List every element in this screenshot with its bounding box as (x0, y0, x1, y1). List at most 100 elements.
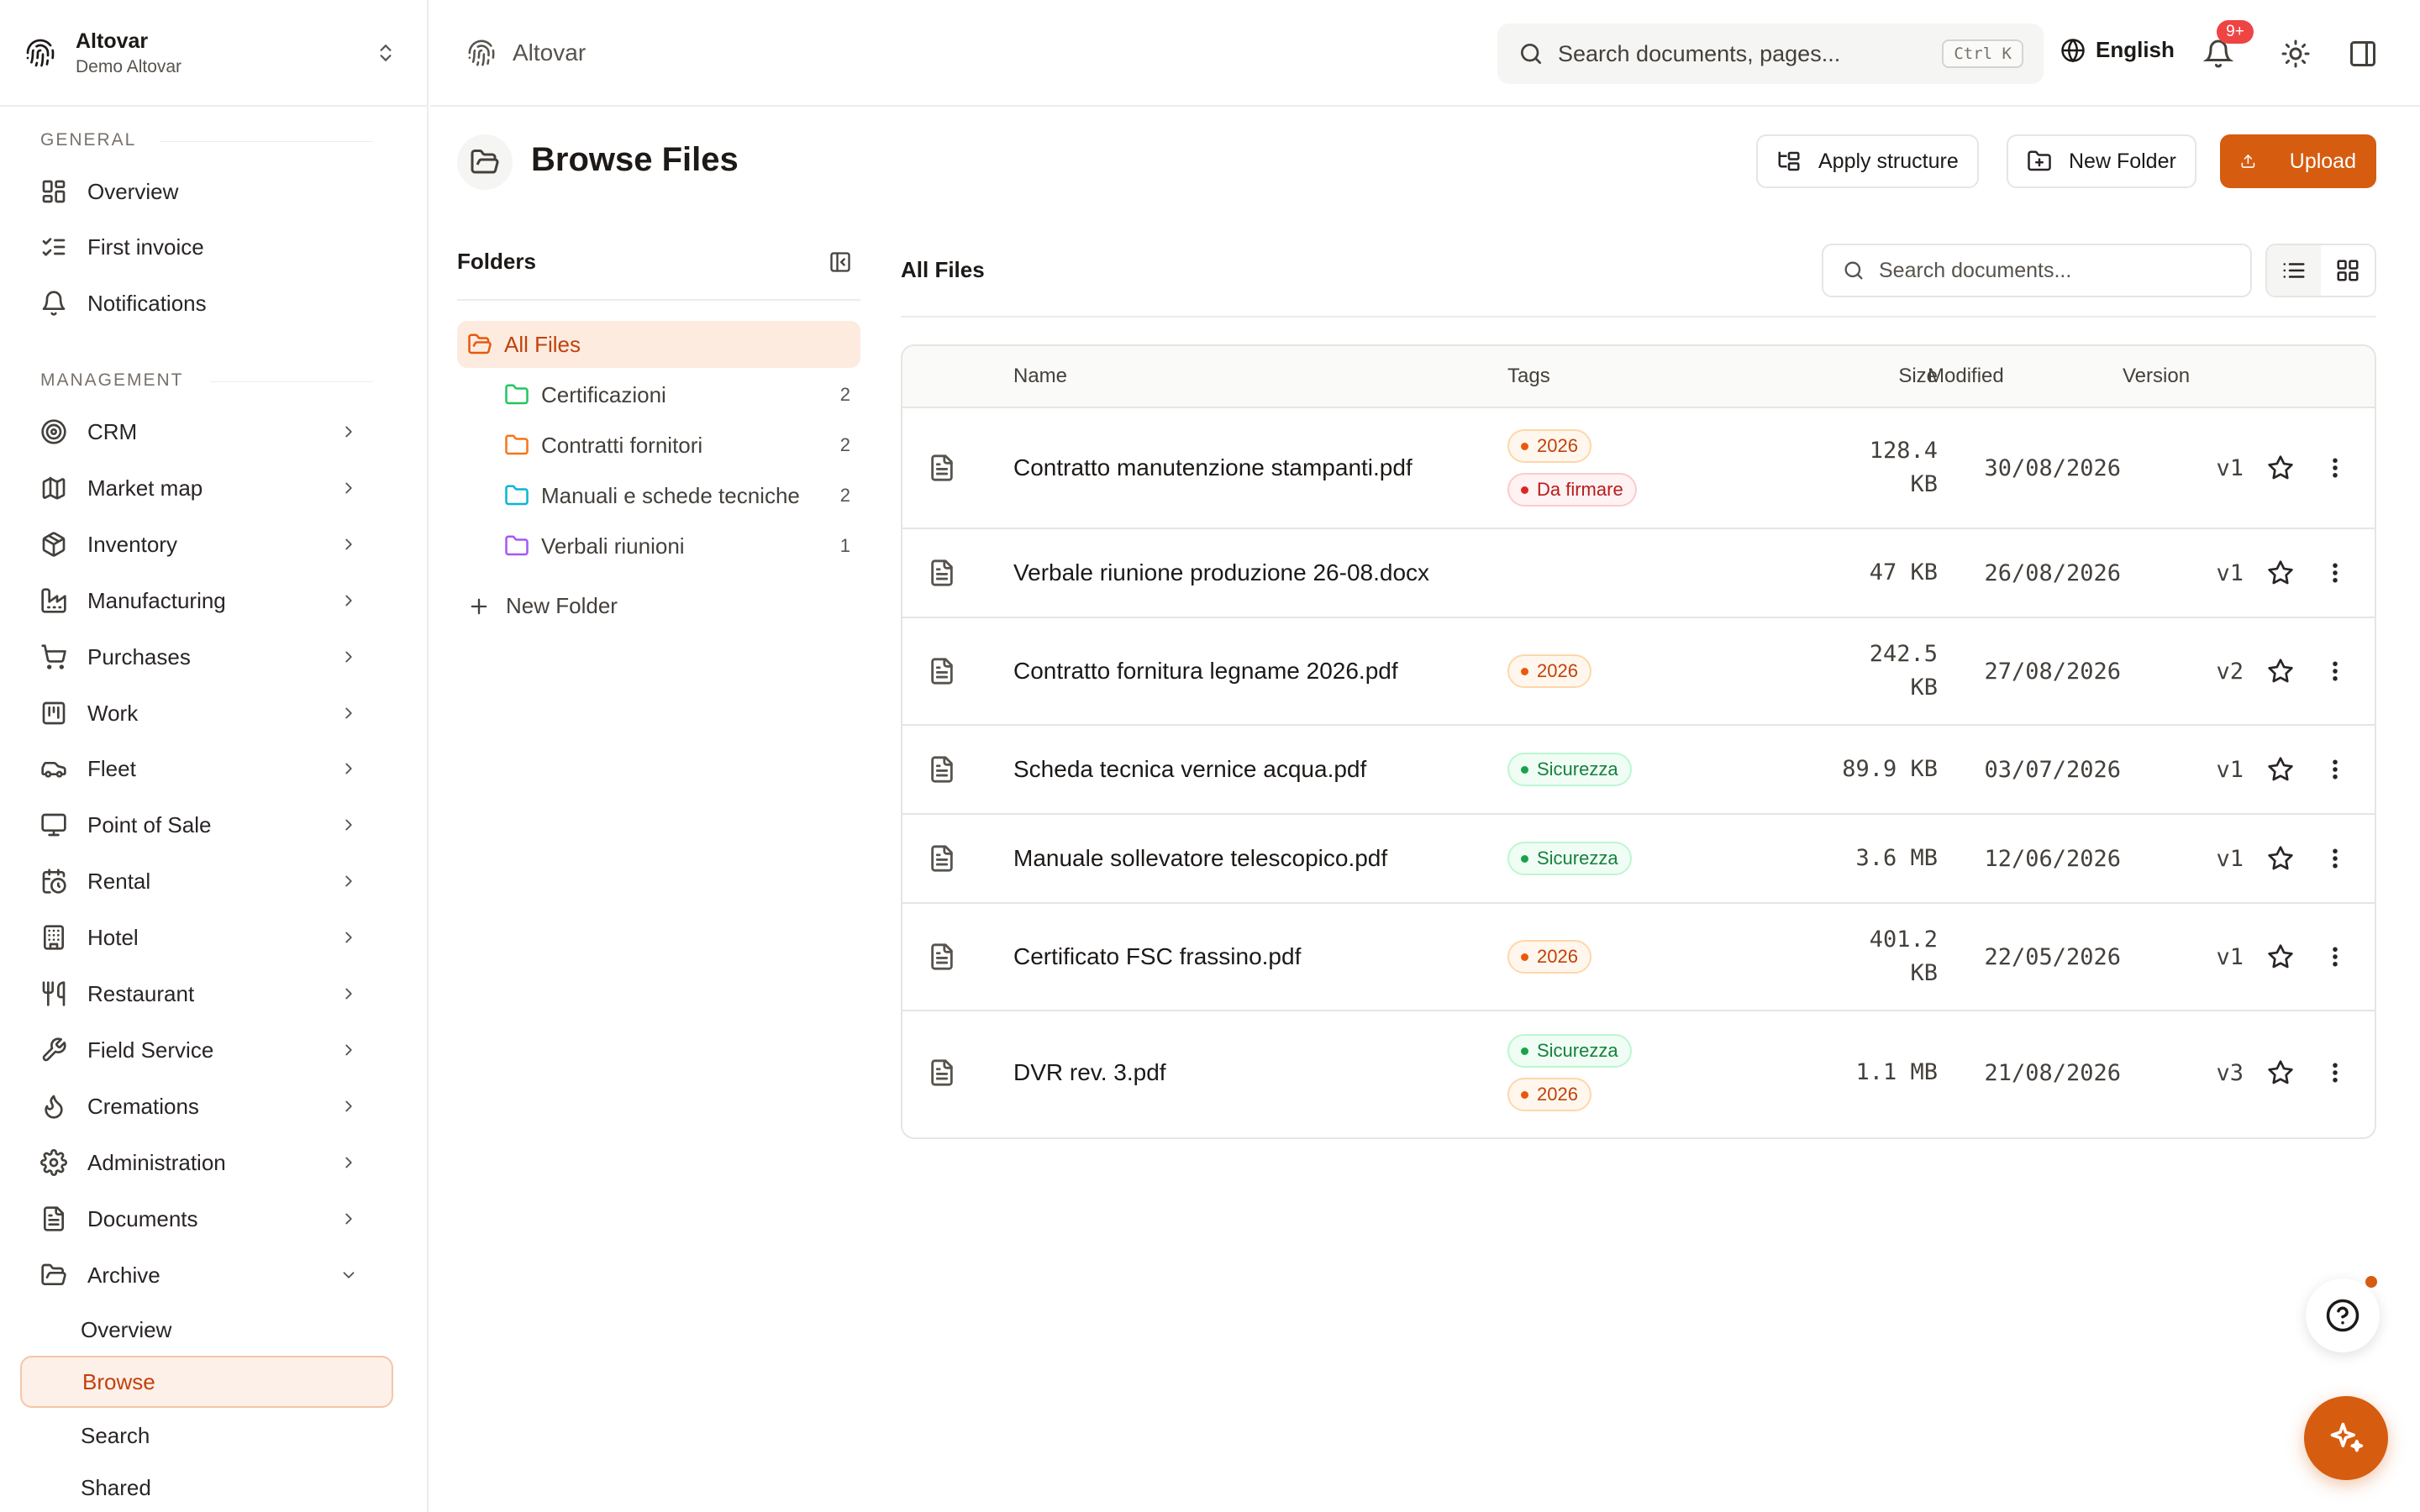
panel-right-icon[interactable] (2348, 39, 2378, 69)
favorite-button[interactable] (2267, 408, 2296, 528)
global-search[interactable]: Search documents, pages... Ctrl K (1497, 24, 2044, 84)
file-name[interactable]: DVR rev. 3.pdf (1013, 1011, 1501, 1134)
grid-view-button[interactable] (2321, 245, 2375, 296)
favorite-button[interactable] (2267, 726, 2296, 813)
tag-badge[interactable]: 2026 (1507, 429, 1591, 463)
tag-badge[interactable]: Da firmare (1507, 473, 1637, 507)
column-modified[interactable]: Modified (1928, 365, 2004, 388)
folder-item-verbali-riunioni[interactable]: Verbali riunioni 1 (457, 522, 860, 570)
file-name[interactable]: Scheda tecnica vernice acqua.pdf (1013, 726, 1501, 813)
folder-all-files[interactable]: All Files (457, 321, 860, 368)
tag-badge[interactable]: 2026 (1507, 940, 1591, 974)
column-name[interactable]: Name (1013, 365, 1067, 388)
row-menu-button[interactable] (2323, 408, 2348, 528)
nav-section-general: GENERAL (40, 130, 137, 150)
sidebar-item-inventory[interactable]: Inventory (20, 521, 378, 568)
file-name[interactable]: Manuale sollevatore telescopico.pdf (1013, 815, 1501, 902)
favorite-button[interactable] (2267, 529, 2296, 617)
sidebar-item-manufacturing[interactable]: Manufacturing (20, 577, 378, 624)
file-text-icon (931, 559, 953, 586)
file-name[interactable]: Certificato FSC frassino.pdf (1013, 904, 1501, 1010)
upload-button[interactable]: Upload (2220, 134, 2376, 188)
folder-item-manuali-e-schede-tecniche[interactable]: Manuali e schede tecniche 2 (457, 472, 860, 519)
table-row[interactable]: Contratto manutenzione stampanti.pdf 2026… (902, 408, 2375, 529)
file-version: v2 (2216, 658, 2244, 685)
sidebar-item-documents[interactable]: Documents (20, 1195, 378, 1242)
folder-name: Verbali riunioni (541, 533, 685, 559)
sidebar-item-fleet[interactable]: Fleet (20, 745, 378, 792)
favorite-button[interactable] (2267, 904, 2296, 1010)
file-modified: 03/07/2026 (1984, 756, 2121, 783)
panel-left-close-icon[interactable] (829, 250, 852, 274)
sidebar-item-work[interactable]: Work (20, 690, 378, 737)
archive-sub-overview[interactable]: Overview (20, 1304, 393, 1356)
table-row[interactable]: Contratto fornitura legname 2026.pdf 2026… (902, 618, 2375, 726)
row-menu-button[interactable] (2323, 618, 2348, 724)
folder-item-contratti-fornitori[interactable]: Contratti fornitori 2 (457, 422, 860, 469)
breadcrumb[interactable]: Altovar (467, 39, 586, 67)
sidebar-item-hotel[interactable]: Hotel (20, 914, 378, 961)
file-name[interactable]: Contratto manutenzione stampanti.pdf (1013, 408, 1501, 528)
sidebar-item-restaurant[interactable]: Restaurant (20, 970, 378, 1017)
chevron-right-icon (345, 1213, 352, 1225)
new-folder-link[interactable]: New Folder (467, 593, 618, 619)
sidebar-item-rental[interactable]: Rental (20, 858, 378, 905)
tag-badge[interactable]: Sicurezza (1507, 1034, 1632, 1068)
file-text-icon (931, 1059, 953, 1086)
table-row[interactable]: Certificato FSC frassino.pdf 2026 401.2 KB 2… (902, 904, 2375, 1011)
row-menu-button[interactable] (2323, 529, 2348, 617)
sidebar-item-notifications[interactable]: Notifications (20, 280, 378, 327)
archive-sub-shared[interactable]: Shared (20, 1462, 393, 1512)
apply-structure-button[interactable]: Apply structure (1756, 134, 1979, 188)
folder-item-certificazioni[interactable]: Certificazioni 2 (457, 371, 860, 418)
sidebar-item-field-service[interactable]: Field Service (20, 1026, 378, 1074)
tag-badge[interactable]: 2026 (1507, 654, 1591, 688)
sidebar-item-overview[interactable]: Overview (20, 168, 378, 215)
sidebar-item-purchases[interactable]: Purchases (20, 633, 378, 680)
new-folder-button[interactable]: New Folder (2007, 134, 2196, 188)
sidebar-item-market-map[interactable]: Market map (20, 465, 378, 512)
list-view-button[interactable] (2267, 245, 2321, 296)
file-version: v1 (2216, 454, 2244, 481)
file-name[interactable]: Verbale riunione produzione 26-08.docx (1013, 529, 1501, 617)
language-selector[interactable]: English (2060, 37, 2175, 63)
table-row[interactable]: Verbale riunione produzione 26-08.docx 47… (902, 529, 2375, 618)
row-menu-button[interactable] (2323, 815, 2348, 902)
file-size-value: 128.4 KB (1803, 434, 1938, 501)
row-menu-button[interactable] (2323, 726, 2348, 813)
sidebar-item-archive[interactable]: Archive (20, 1252, 378, 1299)
workspace-switcher[interactable]: Altovar Demo Altovar (0, 0, 429, 107)
column-version: Version (2123, 365, 2191, 387)
row-menu-button[interactable] (2323, 1011, 2348, 1134)
archive-sub-browse[interactable]: Browse (20, 1356, 393, 1408)
sidebar-item-point-of-sale[interactable]: Point of Sale (20, 801, 378, 848)
favorite-button[interactable] (2267, 815, 2296, 902)
favorite-button[interactable] (2267, 618, 2296, 724)
sidebar-item-first-invoice[interactable]: First invoice (20, 223, 378, 270)
sidebar-item-administration[interactable]: Administration (20, 1139, 378, 1186)
file-size-part: 47 KB (1869, 559, 1938, 585)
tag-dot (1521, 854, 1528, 863)
tag-label: 2026 (1537, 660, 1578, 681)
chevron-right-icon (345, 1157, 352, 1168)
table-header: Name Tags Size Modified Version (902, 346, 2375, 408)
table-row[interactable]: Scheda tecnica vernice acqua.pdf Sicurezz… (902, 726, 2375, 815)
notification-badge: 9+ (2217, 20, 2254, 44)
table-row[interactable]: DVR rev. 3.pdf Sicurezza 2026 1.1 MB 21/08/2… (902, 1011, 2375, 1134)
table-row[interactable]: Manuale sollevatore telescopico.pdf Sicur… (902, 815, 2375, 904)
tag-dot (1521, 1047, 1528, 1055)
tag-badge[interactable]: 2026 (1507, 1078, 1591, 1111)
column-size[interactable]: Size (1790, 365, 1938, 388)
sun-icon[interactable] (2281, 39, 2311, 69)
files-search-input[interactable]: Search documents... (1822, 244, 2252, 297)
sidebar-item-crm[interactable]: CRM (20, 408, 378, 455)
ai-assistant-button[interactable] (2304, 1396, 2388, 1480)
tag-badge[interactable]: Sicurezza (1507, 753, 1632, 786)
file-name[interactable]: Contratto fornitura legname 2026.pdf (1013, 618, 1501, 724)
sidebar-item-cremations[interactable]: Cremations (20, 1083, 378, 1130)
file-version: v1 (2216, 845, 2244, 872)
row-menu-button[interactable] (2323, 904, 2348, 1010)
archive-sub-search[interactable]: Search (20, 1410, 393, 1462)
favorite-button[interactable] (2267, 1011, 2296, 1134)
tag-badge[interactable]: Sicurezza (1507, 842, 1632, 875)
